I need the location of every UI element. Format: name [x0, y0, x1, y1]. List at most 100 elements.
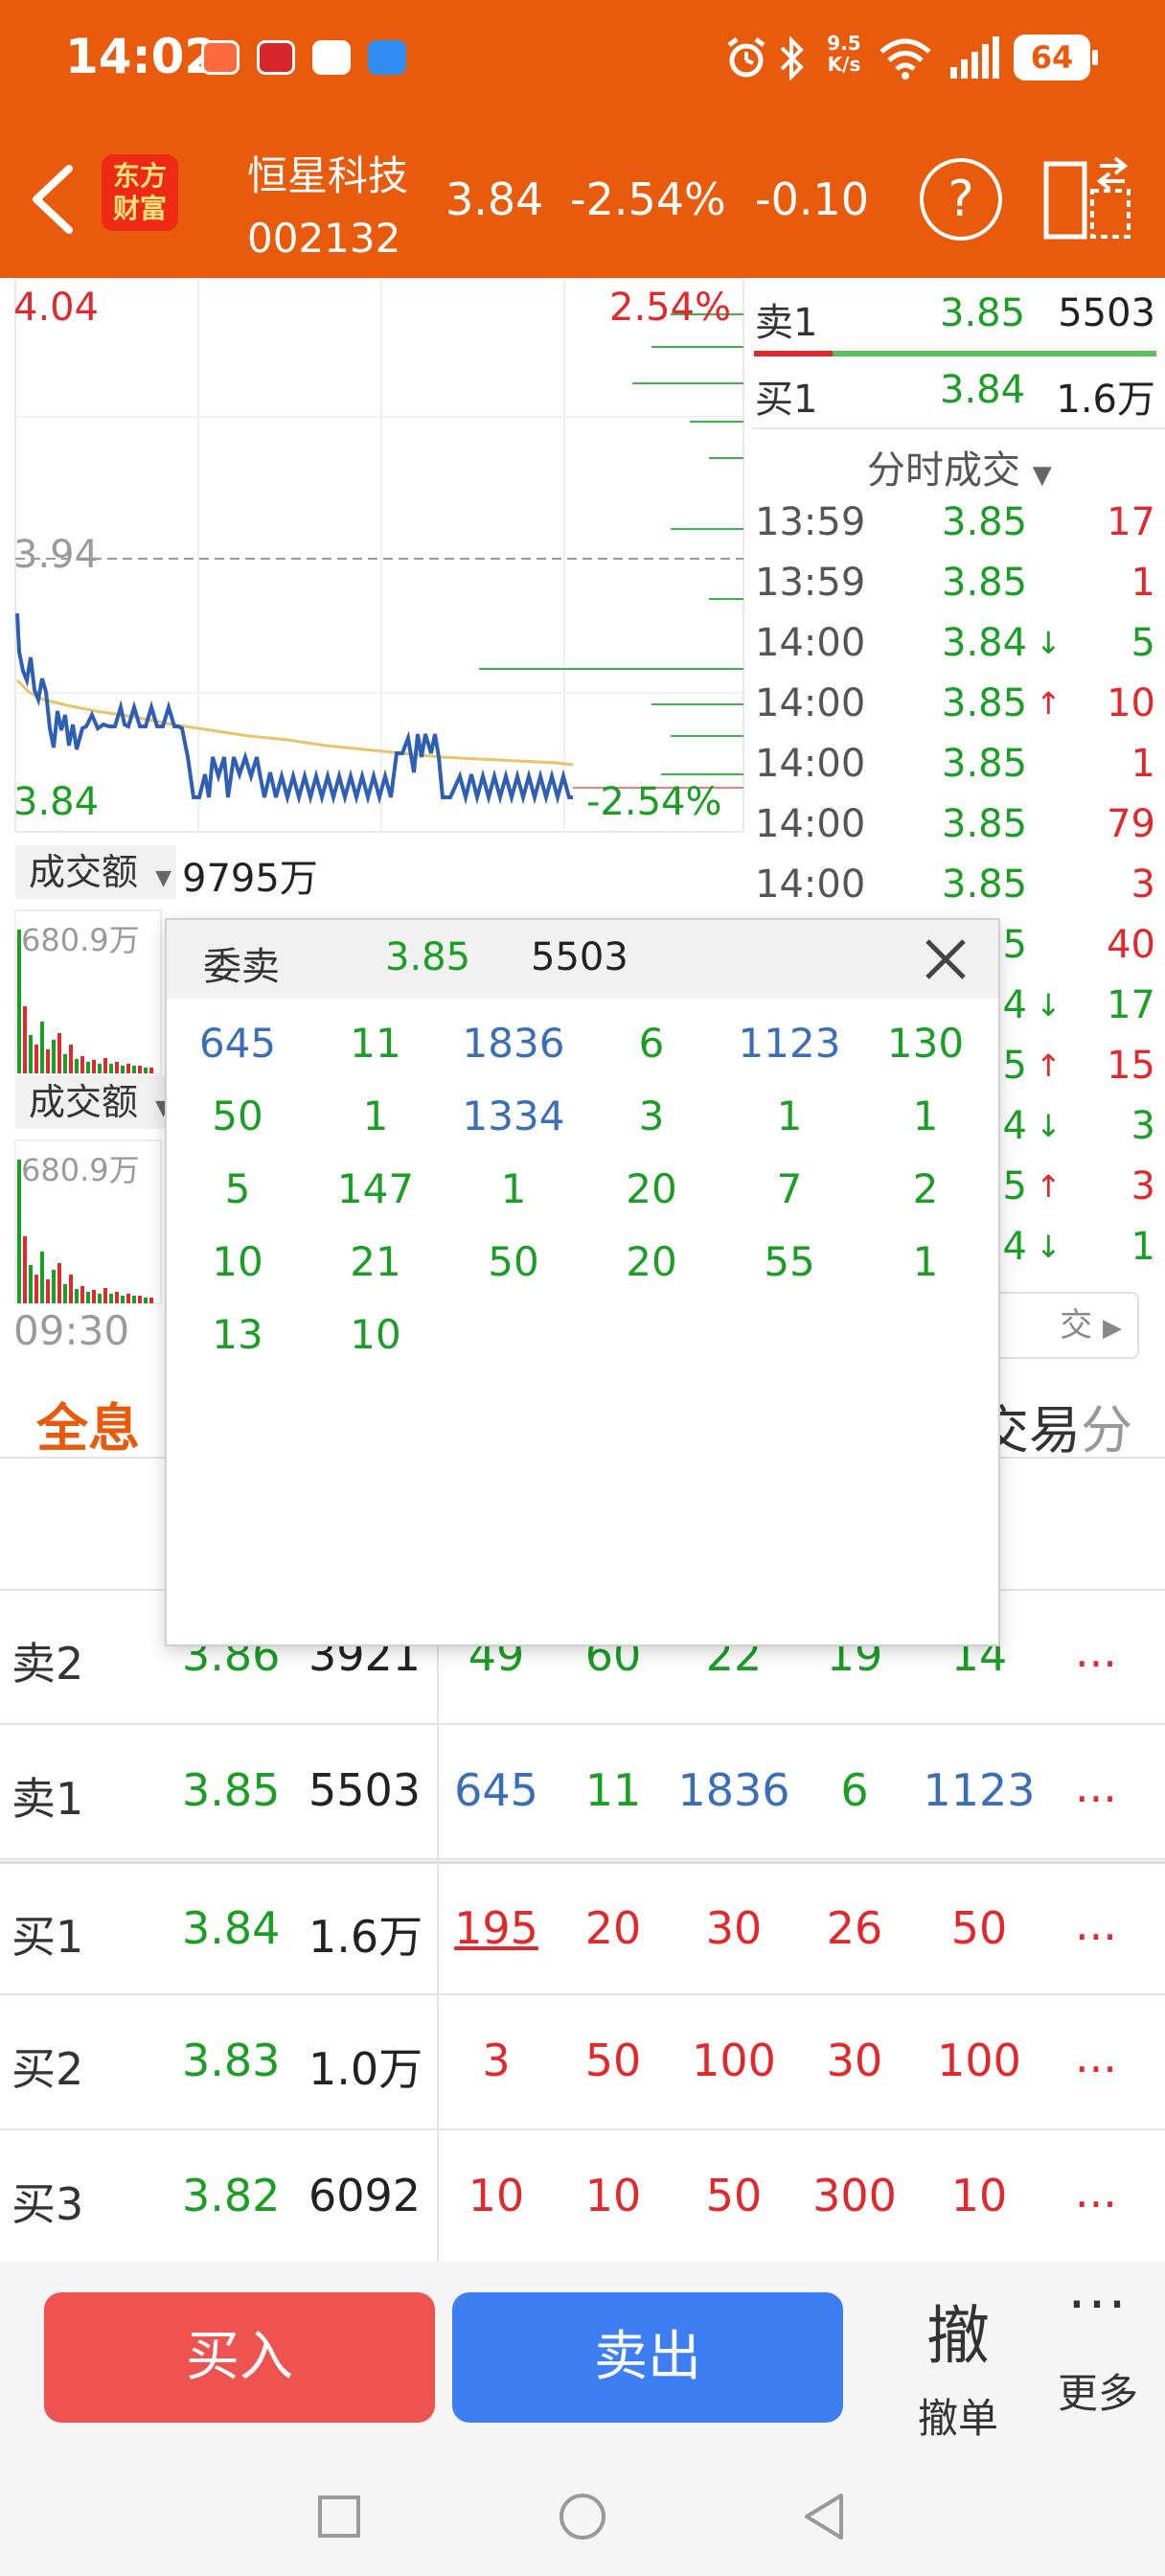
order-queue-quantity[interactable]: 50 [676, 2170, 791, 2221]
tick-time: 14:00 [755, 802, 866, 846]
order-queue-quantity[interactable]: 195 [439, 1902, 554, 1954]
queue-order-quantity: 5 [224, 1165, 251, 1212]
tick-time: 14:00 [755, 621, 866, 665]
chevron-right-icon: ▶ [1103, 1314, 1122, 1343]
order-queue-more-button[interactable]: ... [1075, 2166, 1117, 2218]
order-queue-quantity[interactable]: 50 [922, 1902, 1037, 1954]
tick-volume: 17 [1107, 500, 1155, 544]
tick-row: 13:59 3.85 17 [752, 500, 1165, 558]
tick-arrow: ↓ [1036, 1229, 1062, 1265]
order-book-row[interactable]: 卖1 3.85 5503 645 11 1836 6 1123... [0, 1726, 1165, 1860]
order-queue-quantity[interactable]: 100 [922, 2035, 1037, 2086]
more-label: 更多 [1057, 2370, 1138, 2417]
stock-name: 恒星科技 [247, 152, 409, 199]
order-queue-quantity[interactable]: 20 [556, 1902, 671, 1954]
cancel-order-icon: 撤 [926, 2299, 990, 2373]
queue-order-quantity: 1123 [738, 1020, 841, 1067]
order-book-row[interactable]: 买3 3.82 6092 10 10 50 300 10... [0, 2131, 1165, 2266]
order-queue-quantity[interactable]: 300 [797, 2170, 912, 2221]
buy-button[interactable]: 买入 [44, 2292, 435, 2423]
order-queue-quantity[interactable]: 50 [556, 2035, 671, 2086]
pct-low-label: -2.54% [586, 780, 722, 824]
order-queue-quantity[interactable]: 11 [556, 1764, 671, 1816]
cancel-order-button[interactable]: 撤 撤单 [901, 2281, 1016, 2444]
signal-icon [950, 36, 999, 79]
recent-apps-icon[interactable] [316, 2494, 362, 2540]
notification-app-icon [312, 40, 351, 75]
order-queue-quantity[interactable]: 1123 [922, 1764, 1037, 1816]
order-queue-more-button[interactable]: ... [1075, 1625, 1117, 1677]
volume-selector-1[interactable]: 成交额 ▼ [15, 845, 176, 899]
order-queue-more-button[interactable]: ... [1075, 2031, 1117, 2082]
order-queue-quantity[interactable]: 10 [556, 2170, 671, 2221]
order-book-divider [437, 1572, 439, 2281]
queue-order-quantity: 1334 [462, 1092, 565, 1139]
popup-price: 3.85 [385, 935, 471, 979]
volume-total: 9795万 [182, 857, 318, 901]
back-button[interactable] [19, 161, 86, 238]
order-queue-quantity[interactable]: 26 [797, 1902, 912, 1954]
logo-text-line2: 财富 [112, 193, 167, 224]
more-ticks-button[interactable]: 交 ▶ [988, 1292, 1139, 1359]
home-icon[interactable] [558, 2492, 607, 2542]
tick-arrow: ↑ [1036, 685, 1062, 722]
order-queue-quantity[interactable]: 10 [439, 2170, 554, 2221]
tick-volume: 10 [1107, 681, 1155, 725]
battery-icon: 64 [1014, 34, 1090, 80]
quote-sell1[interactable]: 卖1 3.85 5503 [752, 291, 1165, 349]
tick-arrow: ↓ [1036, 1108, 1062, 1144]
tick-time: 14:00 [755, 862, 866, 907]
order-book-row[interactable]: 买2 3.83 1.0万 3 50 100 30 100... [0, 1996, 1165, 2130]
order-queue-more-button[interactable]: ... [1075, 1898, 1117, 1950]
order-queue-quantity[interactable]: 100 [676, 2035, 791, 2086]
ticks-title: 分时成交 [867, 448, 1020, 493]
tick-row: 13:59 3.85 1 [752, 561, 1165, 618]
help-button[interactable]: ? [920, 158, 1002, 241]
tick-arrow: ↑ [1036, 1047, 1062, 1084]
order-queue-quantity[interactable]: 30 [797, 2035, 912, 2086]
queue-order-quantity: 13 [212, 1311, 263, 1358]
tick-arrow: ↑ [1036, 1168, 1062, 1205]
queue-order-quantity: 55 [764, 1238, 815, 1285]
volume-max-label-2: 680.9万 [21, 1152, 140, 1188]
more-button[interactable]: ··· 更多 [1040, 2271, 1155, 2444]
volume-selector-2[interactable]: 成交额 ▼ [15, 1075, 176, 1129]
order-queue-quantity[interactable]: 6 [797, 1764, 912, 1816]
order-queue-quantity[interactable]: 10 [922, 2170, 1037, 2221]
quote-buy1[interactable]: 买1 3.84 1.6万 [752, 368, 1165, 426]
order-queue-quantity[interactable]: 3 [439, 2035, 554, 2086]
close-icon[interactable] [912, 924, 979, 995]
order-level-price: 3.83 [182, 2035, 281, 2086]
sell-button[interactable]: 卖出 [452, 2292, 843, 2423]
pct-high-label: 2.54% [609, 286, 732, 330]
order-level-volume: 1.0万 [308, 2043, 423, 2095]
tick-price: 3.85 [942, 500, 1028, 544]
queue-order-quantity: 21 [350, 1238, 401, 1285]
tick-arrow: ↓ [1036, 625, 1062, 661]
quote-price: 3.84 [940, 368, 1026, 412]
tick-time: 14:00 [755, 742, 866, 786]
tick-volume: 40 [1107, 923, 1155, 967]
tick-row: 14:00 3.85 79 [752, 802, 1165, 860]
quote-label: 卖1 [755, 301, 818, 345]
order-queue-quantity[interactable]: 30 [676, 1902, 791, 1954]
ticks-title-dropdown[interactable]: 分时成交 ▼ [867, 439, 1052, 494]
trade-action-bar: 买入 卖出 撤 撤单 ··· 更多 [0, 2262, 1165, 2453]
order-queue-more-button[interactable]: ... [1075, 1760, 1117, 1812]
layout-switch-icon[interactable] [1042, 156, 1134, 242]
price-low-label: 3.84 [13, 780, 100, 824]
tick-volume: 1 [1131, 742, 1155, 786]
order-book-row[interactable]: 买1 3.84 1.6万 195 20 30 26 50... [0, 1861, 1165, 1995]
tick-volume: 15 [1107, 1044, 1155, 1088]
order-queue-quantity[interactable]: 1836 [676, 1764, 791, 1816]
order-queue-quantity[interactable]: 645 [439, 1764, 554, 1816]
quote-volume: 1.6万 [1056, 378, 1155, 422]
tick-price: 3.85 [942, 862, 1028, 907]
order-level-volume: 5503 [308, 1764, 422, 1816]
popup-title: 委卖 [203, 945, 280, 989]
alarm-icon [727, 37, 765, 78]
tab-full-info[interactable]: 全息 [36, 1386, 140, 1461]
dropdown-arrow-icon: ▼ [155, 866, 172, 890]
eastmoney-logo: 东方 财富 [102, 154, 178, 231]
back-nav-icon[interactable] [801, 2492, 847, 2542]
